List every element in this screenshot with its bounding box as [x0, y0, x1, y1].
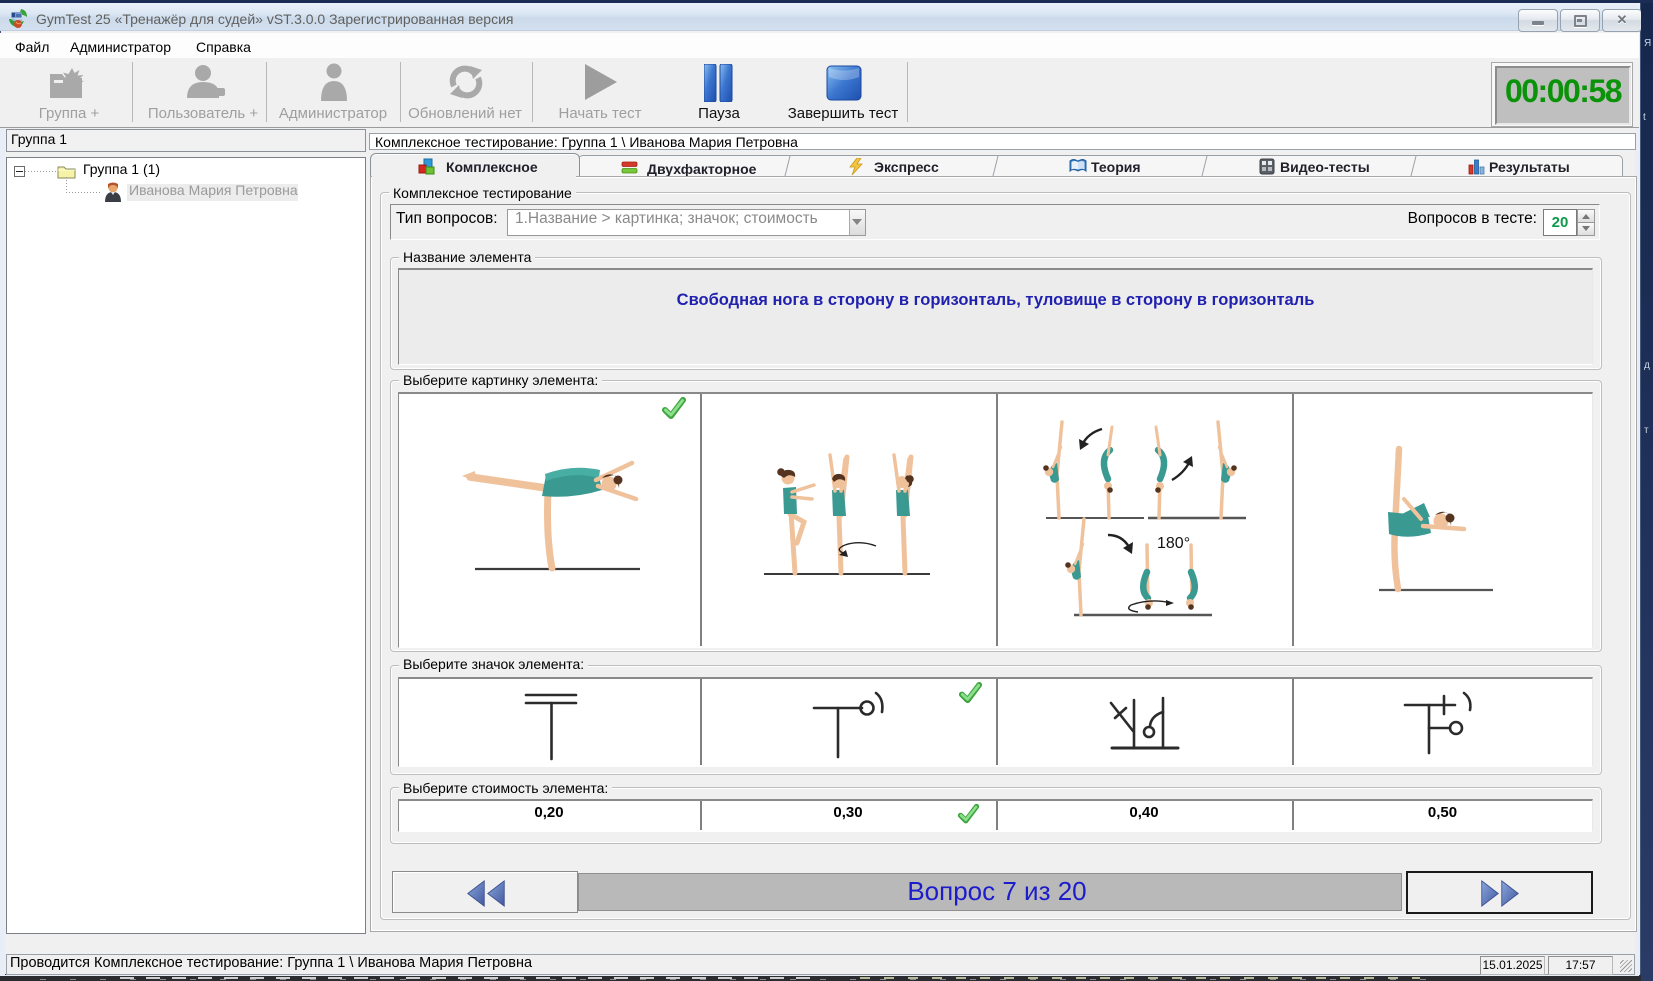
svg-text:180°: 180°: [1157, 535, 1190, 552]
